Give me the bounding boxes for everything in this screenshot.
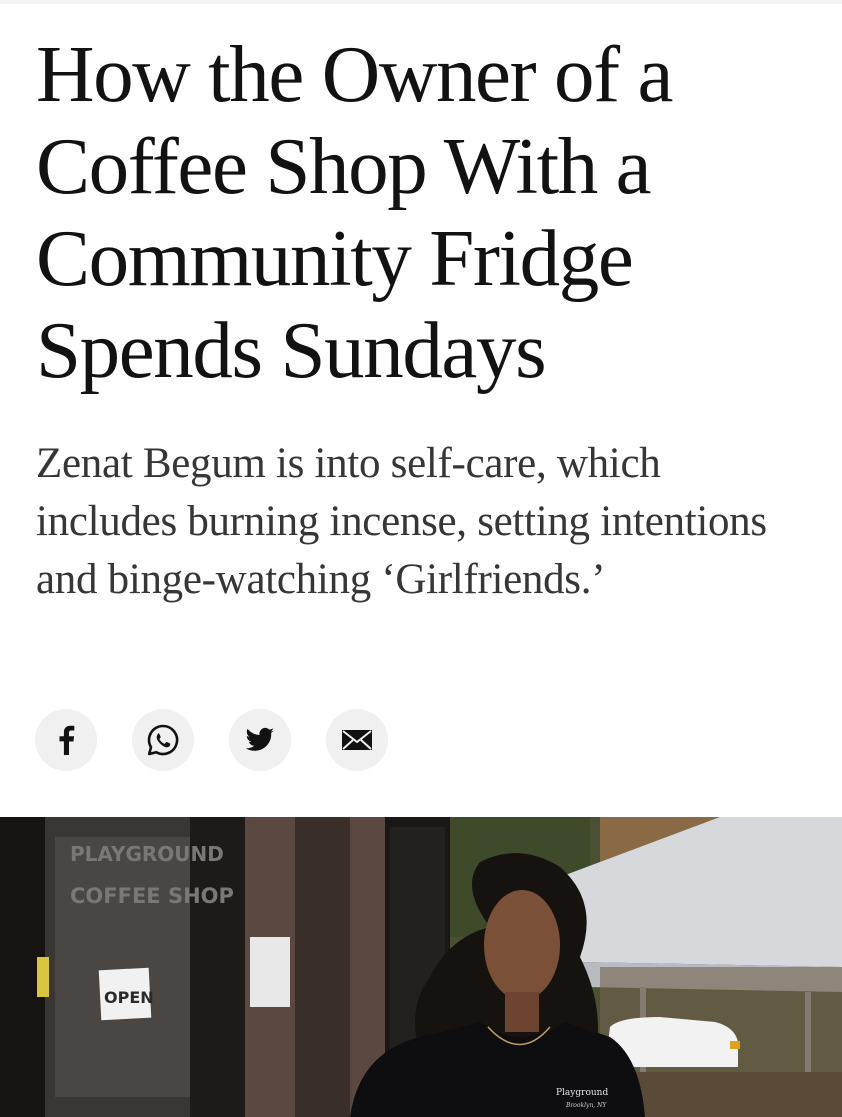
facebook-icon	[59, 725, 75, 755]
share-twitter-button[interactable]	[229, 709, 291, 771]
article-headline: How the Owner of a Coffee Shop With a Co…	[36, 29, 673, 395]
top-bar	[0, 0, 842, 4]
window-poster	[250, 937, 290, 1007]
share-toolbar	[35, 709, 388, 771]
share-whatsapp-button[interactable]	[132, 709, 194, 771]
open-sign-text: OPEN	[104, 988, 154, 1007]
photo-illustration: PLAYGROUND COFFEE SHOP OPEN Playground B…	[0, 817, 842, 1117]
twitter-icon	[245, 727, 274, 751]
share-facebook-button[interactable]	[35, 709, 97, 771]
article-photo: PLAYGROUND COFFEE SHOP OPEN Playground B…	[0, 817, 842, 1117]
whatsapp-icon	[147, 724, 179, 756]
article-summary: Zenat Begum is into self-care, which inc…	[36, 440, 767, 603]
neck	[505, 992, 539, 1032]
share-email-button[interactable]	[326, 709, 388, 771]
shop-sign-line-1: PLAYGROUND	[70, 842, 224, 866]
face	[484, 890, 560, 1000]
shop-sign-line-2: COFFEE SHOP	[70, 884, 234, 908]
shirt-text: Playground	[556, 1088, 608, 1098]
email-icon	[342, 730, 372, 750]
shirt-subtext: Brooklyn, NY	[565, 1102, 607, 1109]
